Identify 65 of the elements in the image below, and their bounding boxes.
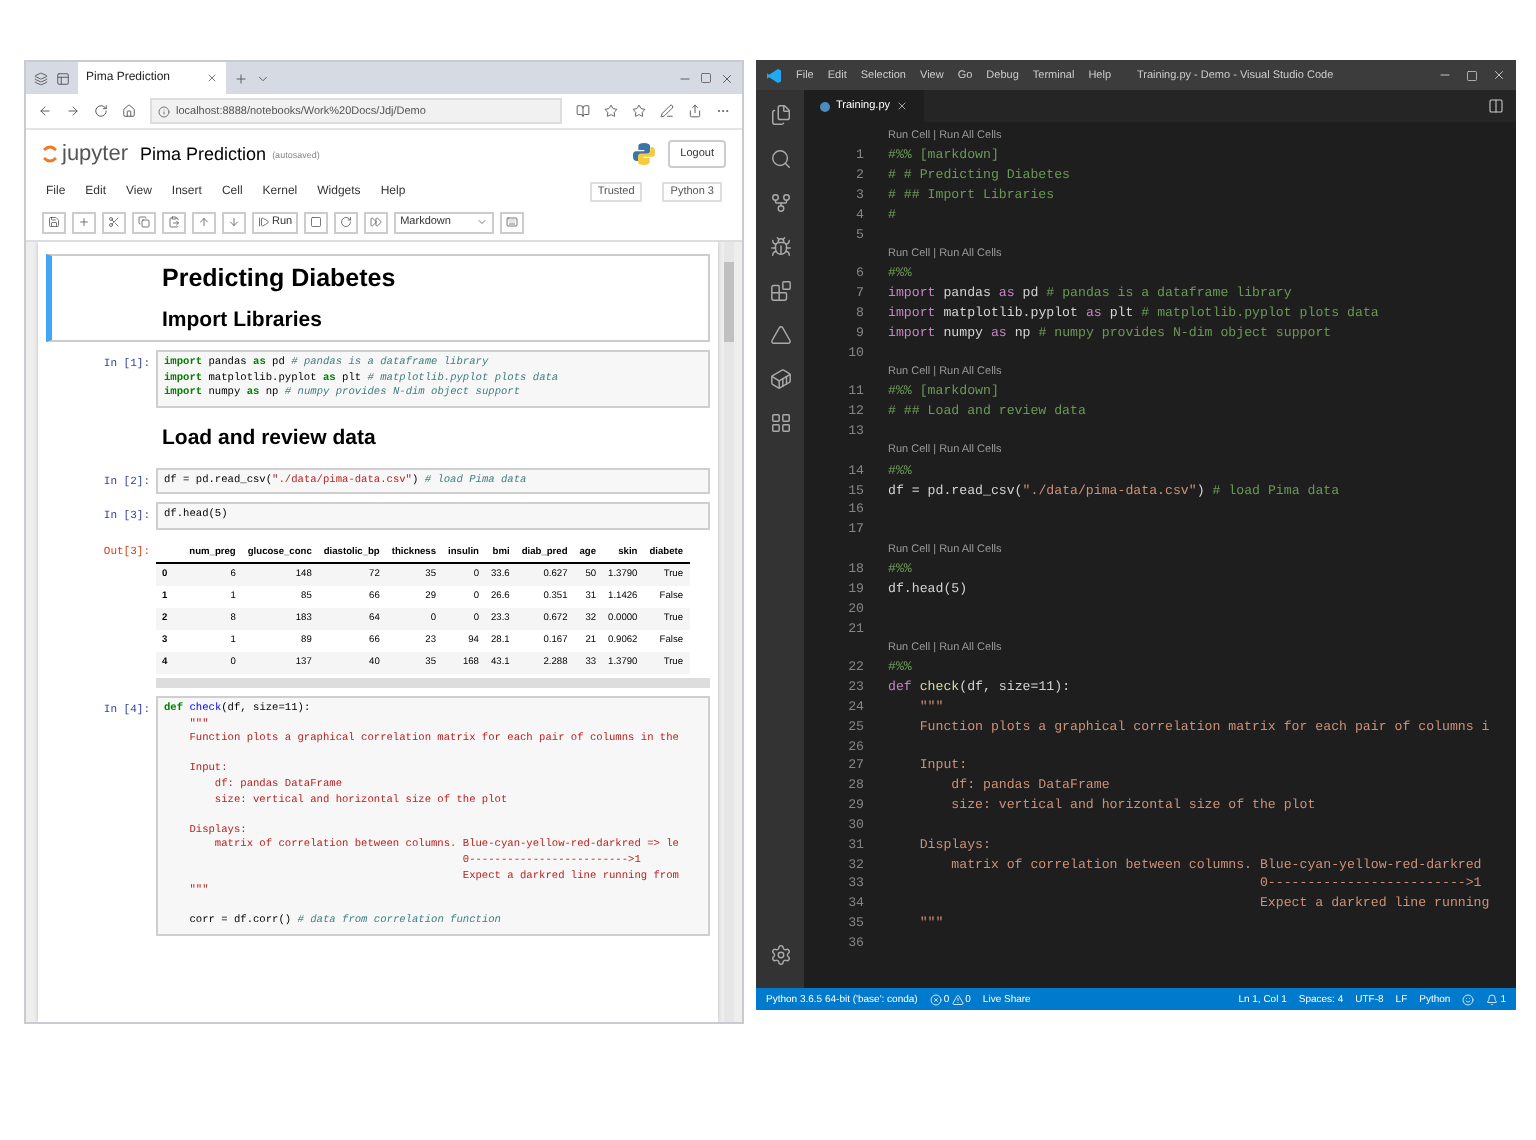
smiley-icon[interactable] [1462, 993, 1475, 1005]
copy-icon [138, 216, 150, 228]
close-icon[interactable] [206, 72, 218, 84]
keyboard-icon [506, 216, 519, 228]
restart-icon [340, 216, 353, 228]
paste-button[interactable] [162, 211, 186, 233]
save-button[interactable] [42, 211, 66, 233]
python-logo-icon [632, 142, 657, 166]
pen-icon[interactable] [660, 104, 674, 118]
notebook-subheading: Import Libraries [162, 308, 324, 332]
stop-icon [310, 216, 323, 228]
branch-icon[interactable] [769, 192, 791, 214]
jupyter-logo[interactable]: jupyter [42, 142, 129, 166]
favorites-icon[interactable] [632, 104, 646, 118]
chevron-down-icon [476, 216, 489, 228]
container-icon[interactable] [769, 368, 791, 390]
back-icon[interactable] [38, 104, 52, 118]
grid-icon[interactable] [769, 412, 791, 434]
search-icon[interactable] [769, 148, 791, 170]
arrow-down-icon [228, 216, 240, 228]
info-icon [158, 105, 170, 117]
reload-icon[interactable] [94, 104, 108, 118]
notebook-title[interactable]: Pima Prediction [140, 144, 267, 164]
notebook-subheading: Load and review data [162, 425, 378, 450]
scrollbar[interactable] [724, 242, 734, 1022]
chevron-down-icon[interactable] [256, 71, 270, 85]
warning-icon [951, 993, 964, 1005]
stop-button[interactable] [304, 211, 329, 233]
arrow-up-icon [198, 216, 210, 228]
settings-icon[interactable] [769, 944, 791, 966]
tab-list-icon[interactable] [34, 71, 48, 85]
bug-icon[interactable] [769, 236, 791, 258]
bell-icon [1486, 993, 1499, 1005]
restart-button[interactable] [334, 211, 359, 233]
share-icon[interactable] [688, 104, 702, 118]
save-icon [48, 216, 60, 228]
file-icon [820, 101, 830, 111]
split-editor-icon[interactable] [1488, 98, 1504, 114]
horizontal-scrollbar[interactable] [156, 677, 710, 688]
step-forward-icon [258, 216, 270, 228]
star-icon[interactable] [604, 104, 618, 118]
back-tabs-icon[interactable] [56, 71, 70, 85]
home-icon[interactable] [122, 104, 136, 118]
maximize-icon[interactable] [700, 72, 712, 84]
insert-cell-button[interactable] [72, 211, 96, 233]
scissors-icon [108, 216, 120, 228]
notebook-heading: Predicting Diabetes [162, 264, 398, 292]
files-icon[interactable] [769, 104, 791, 126]
logo-icon [42, 144, 58, 164]
forward-icon[interactable] [66, 104, 80, 118]
extensions-icon[interactable] [769, 280, 791, 302]
clipboard-icon [168, 216, 180, 228]
fast-forward-icon [370, 216, 383, 228]
cut-button[interactable] [102, 211, 126, 233]
triangle-icon[interactable] [769, 324, 791, 346]
run-all-button[interactable] [364, 211, 389, 233]
book-icon[interactable] [576, 104, 590, 118]
minimize-icon[interactable] [1438, 68, 1452, 82]
markdown-cell[interactable]: Load and review data [46, 415, 710, 460]
plus-icon [78, 216, 90, 228]
editor-logo-icon [766, 67, 782, 83]
close-icon[interactable] [720, 71, 734, 85]
error-icon [929, 993, 942, 1005]
code-cell[interactable] [156, 695, 710, 936]
markdown-cell[interactable]: Predicting Diabetes Import Libraries [46, 254, 710, 342]
